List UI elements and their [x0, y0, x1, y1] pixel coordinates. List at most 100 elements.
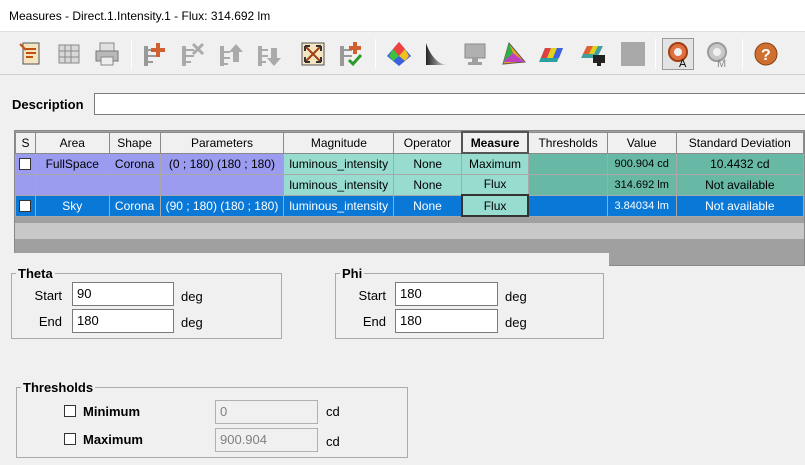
col-header-value[interactable]: Value — [606, 131, 677, 154]
maximum-label[interactable]: Maximum — [83, 432, 143, 447]
toolbar-separator — [742, 39, 743, 69]
toolbar: A M ? — [0, 33, 805, 75]
cell-area[interactable] — [34, 173, 110, 196]
cell-parameters[interactable]: (0 ; 180) (180 ; 180) — [159, 152, 285, 175]
help-label: ? — [761, 47, 771, 64]
gradient-icon[interactable] — [421, 38, 453, 70]
grid-horizontal-scrollbar[interactable] — [15, 223, 804, 239]
phi-start-unit: deg — [505, 289, 527, 304]
col-header-thresholds[interactable]: Thresholds — [527, 131, 608, 154]
color-gamut-icon[interactable] — [497, 38, 529, 70]
move-down-icon[interactable] — [253, 38, 285, 70]
add-validated-measure-icon[interactable] — [335, 38, 367, 70]
thresholds-title: Thresholds — [23, 380, 94, 395]
toolbar-separator — [655, 39, 656, 69]
color-scale-icon[interactable] — [383, 38, 415, 70]
checkbox[interactable] — [19, 158, 32, 171]
cell-magnitude[interactable]: luminous_intensity — [283, 152, 395, 175]
maximum-input[interactable]: 900.904 — [215, 428, 318, 452]
checkbox[interactable] — [19, 200, 32, 213]
help-icon[interactable]: ? — [750, 38, 782, 70]
description-label: Description — [12, 97, 84, 112]
cell-measure[interactable]: Flux — [461, 173, 529, 196]
cell-thresholds[interactable] — [527, 194, 608, 217]
thresholds-group: Thresholds — [16, 380, 408, 458]
cell-shape[interactable]: Corona — [108, 194, 161, 217]
minimum-input[interactable]: 0 — [215, 400, 318, 424]
cell-std-deviation: Not available — [675, 173, 805, 196]
grid-icon[interactable] — [53, 38, 85, 70]
print-icon[interactable] — [91, 38, 123, 70]
theta-start-input[interactable]: 90 — [72, 282, 174, 306]
col-header-select[interactable]: S — [15, 131, 36, 154]
cell-operator[interactable]: None — [393, 152, 463, 175]
minimum-unit: cd — [326, 404, 340, 419]
monitor-icon[interactable] — [459, 38, 491, 70]
cell-value: 900.904 cd — [606, 152, 677, 175]
cell-magnitude[interactable]: luminous_intensity — [283, 173, 395, 196]
cell-measure[interactable]: Maximum — [461, 152, 529, 175]
cell-value: 3.84034 lm — [606, 194, 677, 217]
cell-magnitude[interactable]: luminous_intensity — [283, 194, 395, 217]
row-select-checkbox[interactable] — [15, 152, 36, 175]
cell-operator[interactable]: None — [393, 173, 463, 196]
toolbar-separator — [375, 39, 376, 69]
measures-grid[interactable]: S Area Shape Parameters Magnitude Operat… — [14, 130, 805, 266]
col-header-std-deviation[interactable]: Standard Deviation — [675, 131, 805, 154]
table-row[interactable]: FullSpace Corona (0 ; 180) (180 ; 180) l… — [15, 152, 805, 175]
theta-start-unit: deg — [181, 289, 203, 304]
add-measure-icon[interactable] — [139, 38, 171, 70]
maximum-checkbox[interactable] — [64, 433, 76, 445]
cell-parameters[interactable]: (90 ; 180) (180 ; 180) — [159, 194, 285, 217]
fit-view-icon[interactable] — [297, 38, 329, 70]
cell-area[interactable]: FullSpace — [34, 152, 110, 175]
phi-end-label: End — [362, 314, 386, 329]
cell-std-deviation: 10.4432 cd — [675, 152, 805, 175]
col-header-measure[interactable]: Measure — [460, 131, 530, 154]
theta-end-input[interactable]: 180 — [72, 309, 174, 333]
cell-parameters[interactable] — [159, 173, 285, 196]
spectrum-3d-icon[interactable] — [535, 38, 567, 70]
mode-a-label: A — [679, 58, 687, 68]
theta-title: Theta — [18, 266, 53, 281]
maximum-unit: cd — [326, 434, 340, 449]
cell-thresholds[interactable] — [527, 152, 608, 175]
gray-square-icon[interactable] — [617, 38, 649, 70]
row-select-cell[interactable] — [15, 173, 36, 196]
toolbar-separator — [131, 39, 132, 69]
display-3d-icon[interactable] — [577, 38, 609, 70]
phi-end-unit: deg — [505, 315, 527, 330]
cell-shape[interactable]: Corona — [108, 152, 161, 175]
phi-start-input[interactable]: 180 — [395, 282, 498, 306]
cell-value: 314.692 lm — [606, 173, 677, 196]
phi-end-input[interactable]: 180 — [395, 309, 498, 333]
row-select-checkbox[interactable] — [15, 194, 36, 217]
theta-end-label: End — [38, 314, 62, 329]
col-header-parameters[interactable]: Parameters — [159, 131, 285, 154]
cell-operator[interactable]: None — [393, 194, 463, 217]
phi-start-label: Start — [358, 288, 386, 303]
cell-std-deviation: Not available — [675, 194, 805, 217]
description-input[interactable] — [94, 93, 805, 115]
minimum-label[interactable]: Minimum — [83, 404, 140, 419]
cell-thresholds[interactable] — [527, 173, 608, 196]
col-header-magnitude[interactable]: Magnitude — [283, 131, 395, 154]
mode-m-label: M — [717, 58, 726, 68]
title-bar: Measures - Direct.1.Intensity.1 - Flux: … — [0, 0, 805, 32]
table-row[interactable]: luminous_intensity None Flux 314.692 lm … — [15, 173, 805, 196]
edit-document-icon[interactable] — [15, 38, 47, 70]
window-title: Measures - Direct.1.Intensity.1 - Flux: … — [9, 9, 271, 23]
col-header-area[interactable]: Area — [34, 131, 110, 154]
table-row-selected[interactable]: Sky Corona (90 ; 180) (180 ; 180) lumino… — [15, 194, 805, 217]
minimum-checkbox[interactable] — [64, 405, 76, 417]
automatic-mode-icon[interactable]: A — [662, 38, 694, 70]
col-header-operator[interactable]: Operator — [393, 131, 463, 154]
col-header-shape[interactable]: Shape — [108, 131, 161, 154]
theta-end-unit: deg — [181, 315, 203, 330]
manual-mode-icon[interactable]: M — [701, 38, 733, 70]
cell-measure[interactable]: Flux — [460, 194, 530, 217]
cell-area[interactable]: Sky — [34, 194, 110, 217]
move-up-icon[interactable] — [215, 38, 247, 70]
cell-shape[interactable] — [108, 173, 161, 196]
delete-measure-icon[interactable] — [177, 38, 209, 70]
